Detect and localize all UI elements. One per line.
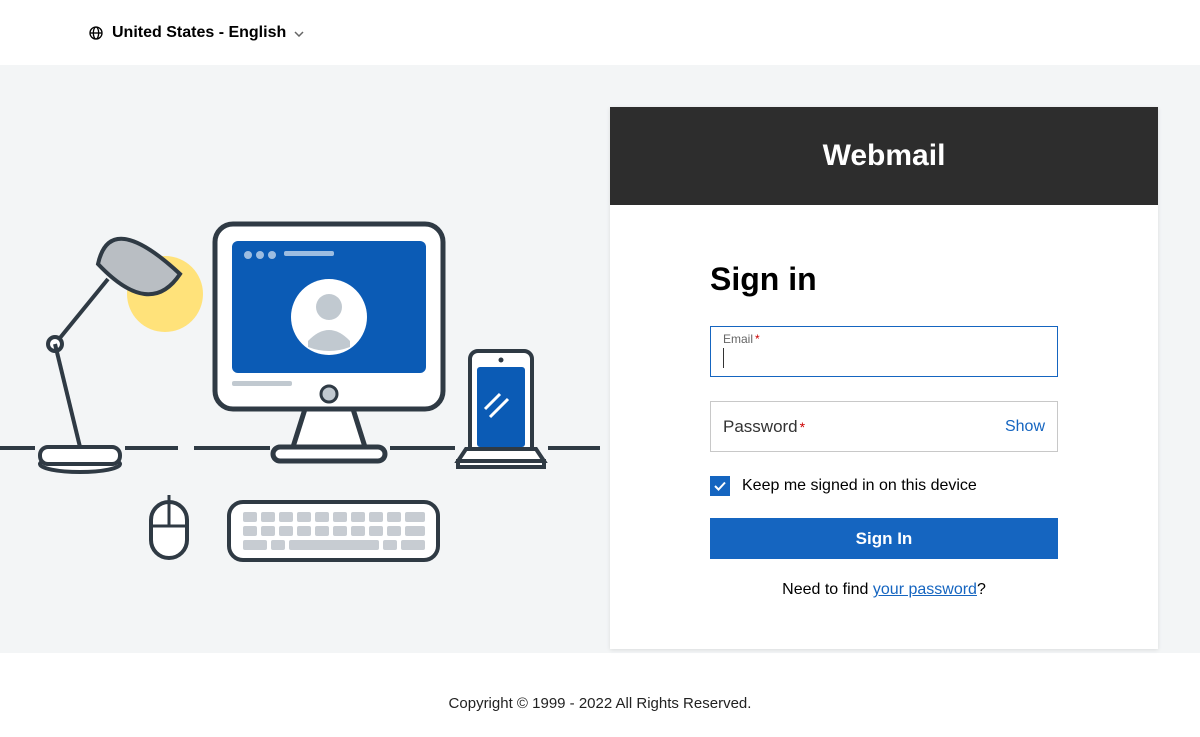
illustration bbox=[0, 65, 600, 653]
signin-button[interactable]: Sign In bbox=[710, 518, 1058, 559]
show-password-link[interactable]: Show bbox=[1005, 418, 1045, 436]
login-card: Webmail Sign in Email* Password* Show bbox=[610, 107, 1158, 649]
keep-signed-checkbox[interactable] bbox=[710, 476, 730, 496]
main-area: Webmail Sign in Email* Password* Show bbox=[0, 65, 1200, 653]
password-field-wrapper[interactable]: Password* Show bbox=[710, 401, 1058, 452]
chevron-down-icon bbox=[294, 26, 304, 40]
globe-icon bbox=[88, 25, 104, 41]
email-field-wrapper[interactable]: Email* bbox=[710, 326, 1058, 377]
keep-signed-label: Keep me signed in on this device bbox=[742, 477, 977, 495]
signin-heading: Sign in bbox=[710, 261, 1058, 298]
card-title: Webmail bbox=[610, 107, 1158, 205]
help-text: Need to find your password? bbox=[710, 581, 1058, 599]
forgot-password-link[interactable]: your password bbox=[873, 581, 977, 598]
password-label: Password* bbox=[723, 417, 1005, 437]
keep-signed-row: Keep me signed in on this device bbox=[710, 476, 1058, 496]
footer: Copyright © 1999 - 2022 All Rights Reser… bbox=[0, 653, 1200, 712]
language-label: United States - English bbox=[112, 24, 286, 42]
check-icon bbox=[713, 479, 727, 493]
top-bar: United States - English bbox=[0, 0, 1200, 65]
copyright-text: Copyright © 1999 - 2022 All Rights Reser… bbox=[449, 695, 752, 712]
language-selector[interactable]: United States - English bbox=[88, 24, 304, 42]
